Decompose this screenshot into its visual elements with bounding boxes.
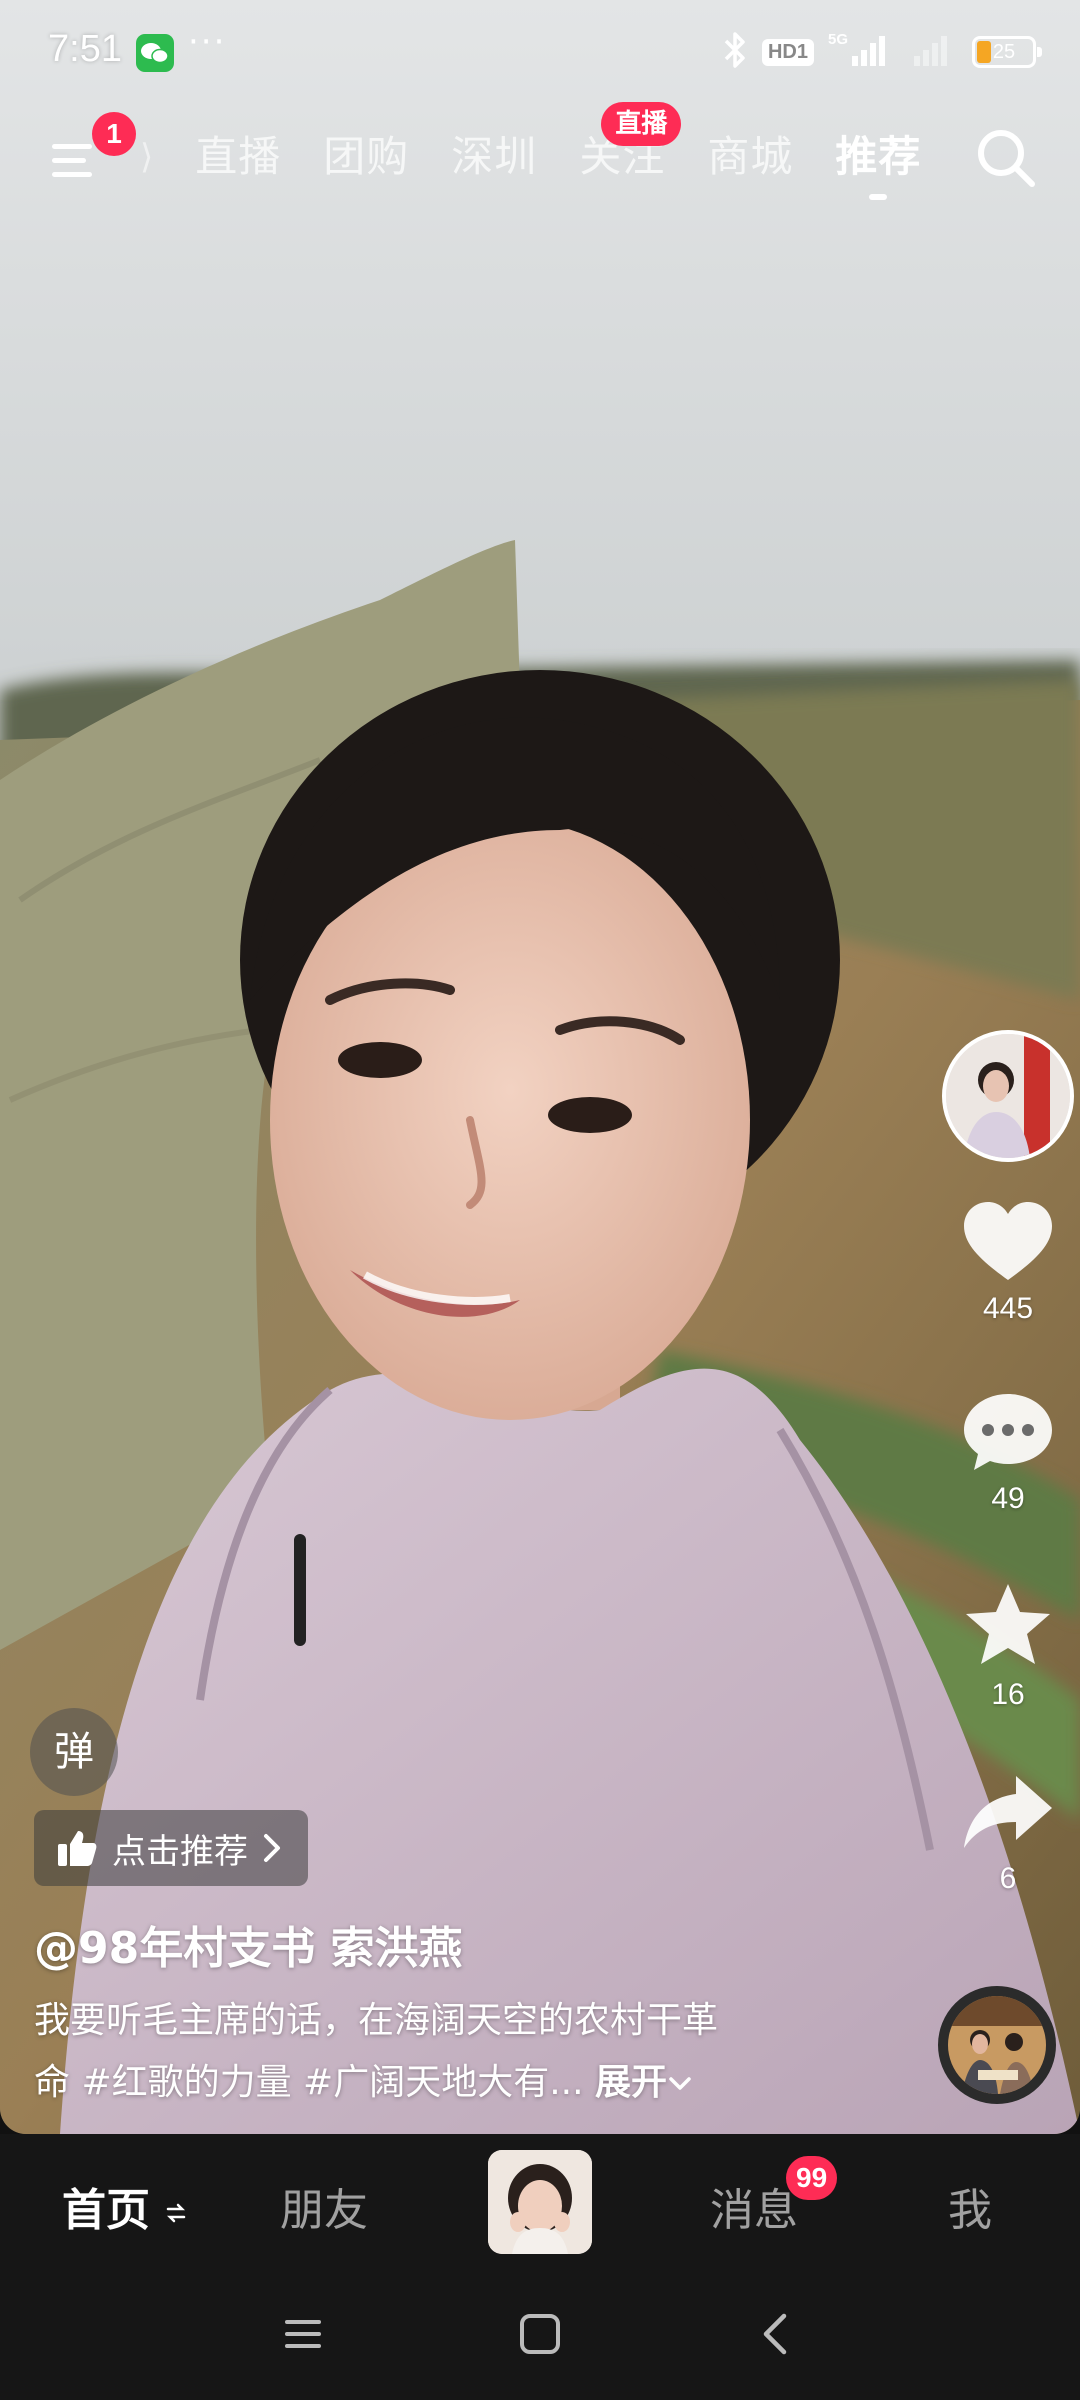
notification-more-icon: ··· — [188, 22, 227, 62]
wechat-icon — [136, 34, 174, 72]
tab-mall[interactable]: 商城 — [707, 126, 793, 196]
signal-icon: 5G — [828, 30, 898, 74]
feed-tabs: ⟩ 直播 团购 深圳 关注 直播 商城 推荐 — [140, 102, 921, 200]
tab-local[interactable]: 深圳 — [451, 126, 537, 196]
tab-recommend[interactable]: 推荐 — [835, 126, 921, 200]
recommend-button[interactable]: 点击推荐 — [34, 1810, 308, 1886]
recents-icon — [285, 2320, 321, 2348]
recommend-label: 点击推荐 — [112, 1831, 248, 1872]
music-disc[interactable] — [938, 1986, 1056, 2104]
back-button[interactable] — [746, 2304, 806, 2364]
bottom-tab-bar: 首页 朋友 消息 99 我 — [0, 2134, 1080, 2274]
home-button[interactable] — [510, 2304, 570, 2364]
share-button[interactable]: 6 — [942, 1770, 1074, 1896]
favorite-button[interactable]: 16 — [942, 1580, 1074, 1712]
star-icon — [966, 1584, 1050, 1664]
tab-friends[interactable]: 朋友 — [280, 2174, 368, 2238]
tab-messages[interactable]: 消息 99 — [710, 2156, 838, 2238]
search-button[interactable] — [974, 126, 1038, 190]
like-count: 445 — [982, 1292, 1034, 1325]
expand-button[interactable]: 展开 — [595, 2062, 693, 2103]
caption-line-2: 命 #红歌的力量 #广阔天地大有... 展开 — [34, 2052, 854, 2114]
comment-icon — [964, 1394, 1052, 1470]
status-time: 7:51 — [48, 28, 122, 70]
menu-button[interactable]: 1 — [46, 112, 136, 188]
status-icons: HD1 5G 25 — [722, 30, 1042, 74]
comment-count: 49 — [991, 1482, 1025, 1515]
tab-group-buy[interactable]: 团购 — [323, 126, 409, 196]
menu-badge: 1 — [92, 112, 136, 156]
battery-icon: 25 — [972, 36, 1042, 68]
comment-button[interactable]: 49 — [942, 1390, 1074, 1516]
status-bar: 7:51 ··· HD1 5G 25 — [0, 0, 1080, 104]
refresh-swap-icon — [167, 2203, 186, 2223]
tabs-scroll-indicator: ⟩ — [140, 137, 154, 177]
svg-text:5G: 5G — [828, 31, 848, 48]
tab-home[interactable]: 首页 — [62, 2174, 187, 2238]
search-icon — [978, 130, 1035, 187]
recents-button[interactable] — [273, 2304, 333, 2364]
system-navigation-bar — [0, 2274, 1080, 2400]
top-tab-bar: 1 ⟩ 直播 团购 深圳 关注 直播 商城 推荐 — [0, 102, 1080, 208]
chevron-right-icon — [264, 1834, 280, 1862]
author-avatar[interactable] — [942, 1030, 1074, 1162]
live-badge: 直播 — [601, 102, 682, 146]
tab-me[interactable]: 我 — [948, 2174, 992, 2238]
bluetooth-icon — [722, 30, 748, 74]
create-button[interactable] — [488, 2150, 592, 2254]
back-icon — [763, 2313, 787, 2355]
share-count: 6 — [999, 1862, 1017, 1895]
danmaku-toggle[interactable]: 弹 — [30, 1708, 118, 1796]
heart-icon — [964, 1202, 1052, 1280]
hd-indicator: HD1 — [761, 38, 814, 66]
messages-badge: 99 — [786, 2156, 838, 2200]
profile-thumbnail — [488, 2150, 592, 2254]
share-icon — [964, 1776, 1052, 1848]
battery-level: 25 — [992, 41, 1016, 63]
tab-following[interactable]: 关注 直播 — [579, 102, 682, 196]
music-cover-image — [948, 1996, 1046, 2094]
signal-icon-secondary — [912, 30, 958, 74]
author-name[interactable]: @98年村支书 索洪燕 — [34, 1912, 463, 1976]
video-caption[interactable]: 我要听毛主席的话，在海阔天空的农村干革 命 #红歌的力量 #广阔天地大有... … — [34, 1990, 854, 2114]
thumbs-up-icon — [58, 1831, 97, 1866]
caption-line-1: 我要听毛主席的话，在海阔天空的农村干革 — [34, 2000, 719, 2041]
favorite-count: 16 — [991, 1678, 1025, 1711]
home-icon — [520, 2314, 560, 2354]
danmaku-label: 弹 — [54, 1729, 94, 1775]
like-button[interactable]: 445 — [942, 1200, 1074, 1326]
chevron-down-icon — [669, 2077, 691, 2090]
tab-live[interactable]: 直播 — [195, 126, 281, 196]
